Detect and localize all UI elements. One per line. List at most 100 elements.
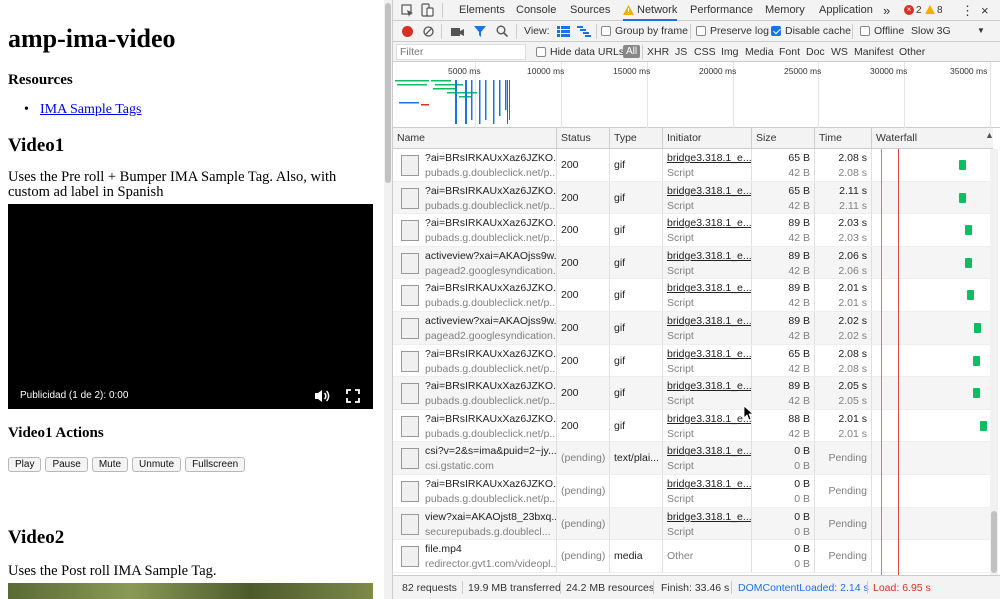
request-name[interactable]: ?ai=BRsIRKAUxXaz6JZKO...: [425, 282, 556, 294]
column-status[interactable]: Status: [557, 128, 610, 149]
initiator-link[interactable]: bridge3.318.1_e...: [667, 478, 751, 490]
initiator-link[interactable]: bridge3.318.1_e...: [667, 380, 751, 392]
more-tabs-icon[interactable]: »: [883, 0, 890, 21]
column-name[interactable]: Name: [393, 128, 557, 149]
filter-icon[interactable]: [474, 26, 486, 37]
video2-player[interactable]: [8, 583, 373, 599]
initiator-link[interactable]: bridge3.318.1_e...: [667, 185, 751, 197]
error-count[interactable]: 2: [916, 0, 922, 21]
tab-elements[interactable]: Elements: [459, 0, 505, 21]
request-name[interactable]: view?xai=AKAOjst8_23bxq...: [425, 511, 556, 523]
tab-sources[interactable]: Sources: [570, 0, 610, 21]
offline-checkbox[interactable]: [860, 26, 870, 36]
column-size[interactable]: Size: [752, 128, 815, 149]
preserve-log-label[interactable]: Preserve log: [710, 25, 769, 37]
preserve-log-checkbox[interactable]: [696, 26, 706, 36]
filter-type-other[interactable]: Other: [899, 46, 925, 58]
screenshot-camera-icon[interactable]: [451, 26, 464, 37]
close-icon[interactable]: ×: [981, 0, 989, 21]
name-cell[interactable]: ?ai=BRsIRKAUxXaz6JZKO... pubads.g.doublec…: [393, 181, 557, 214]
initiator-link[interactable]: bridge3.318.1_e...: [667, 413, 751, 425]
initiator-link[interactable]: bridge3.318.1_e...: [667, 250, 751, 262]
kebab-menu-icon[interactable]: ⋮: [961, 0, 974, 21]
initiator-link[interactable]: bridge3.318.1_e...: [667, 315, 751, 327]
table-row[interactable]: ?ai=BRsIRKAUxXaz6JZKO... pubads.g.doublec…: [393, 475, 993, 508]
name-cell[interactable]: ?ai=BRsIRKAUxXaz6JZKO... pubads.g.doublec…: [393, 214, 557, 247]
request-name[interactable]: ?ai=BRsIRKAUxXaz6JZKO...: [425, 217, 556, 229]
tab-application[interactable]: Application: [819, 0, 873, 21]
warning-count[interactable]: 8: [937, 0, 943, 21]
initiator-link[interactable]: bridge3.318.1_e...: [667, 282, 751, 294]
filter-input[interactable]: [396, 44, 526, 60]
waterfall-overview-icon[interactable]: [577, 26, 591, 37]
filter-type-css[interactable]: CSS: [694, 46, 716, 58]
filter-type-manifest[interactable]: Manifest: [854, 46, 894, 58]
initiator-link[interactable]: bridge3.318.1_e...: [667, 217, 751, 229]
throttling-select[interactable]: Slow 3G: [911, 25, 951, 37]
name-cell[interactable]: ?ai=BRsIRKAUxXaz6JZKO... pubads.g.doublec…: [393, 377, 557, 410]
request-name[interactable]: ?ai=BRsIRKAUxXaz6JZKO...: [425, 478, 556, 490]
name-cell[interactable]: ?ai=BRsIRKAUxXaz6JZKO... pubads.g.doublec…: [393, 149, 557, 181]
name-cell[interactable]: activeview?xai=AKAOjss9w... pagead2.googl…: [393, 246, 557, 279]
name-cell[interactable]: ?ai=BRsIRKAUxXaz6JZKO... pubads.g.doublec…: [393, 344, 557, 377]
table-row[interactable]: csi?v=2&s=ima&puid=2~jy... csi.gstatic.co…: [393, 442, 993, 475]
initiator-link[interactable]: bridge3.318.1_e...: [667, 348, 751, 360]
chevron-down-icon[interactable]: ▼: [977, 26, 985, 35]
filter-type-xhr[interactable]: XHR: [647, 46, 669, 58]
inspect-element-icon[interactable]: [401, 4, 414, 17]
request-name[interactable]: file.mp4: [425, 543, 462, 555]
group-by-frame-checkbox[interactable]: [601, 26, 611, 36]
name-cell[interactable]: ?ai=BRsIRKAUxXaz6JZKO... pubads.g.doublec…: [393, 409, 557, 442]
name-cell[interactable]: ?ai=BRsIRKAUxXaz6JZKO... pubads.g.doublec…: [393, 279, 557, 312]
table-row[interactable]: ?ai=BRsIRKAUxXaz6JZKO... pubads.g.doublec…: [393, 409, 993, 443]
column-initiator[interactable]: Initiator: [663, 128, 752, 149]
initiator-link[interactable]: bridge3.318.1_e...: [667, 511, 751, 523]
filter-type-img[interactable]: Img: [721, 46, 739, 58]
request-name[interactable]: ?ai=BRsIRKAUxXaz6JZKO...: [425, 152, 556, 164]
table-scrollbar[interactable]: [990, 149, 998, 575]
record-icon[interactable]: [402, 26, 413, 37]
page-scrollbar-thumb[interactable]: [385, 3, 391, 183]
column-waterfall[interactable]: Waterfall: [872, 128, 993, 149]
video1-player[interactable]: Publicidad (1 de 2): 0:00: [8, 204, 373, 409]
disable-cache-label[interactable]: Disable cache: [785, 25, 851, 37]
offline-label[interactable]: Offline: [874, 25, 904, 37]
network-overview-timeline[interactable]: 5000 ms 10000 ms 15000 ms 20000 ms 25000…: [393, 62, 1000, 128]
initiator-link[interactable]: bridge3.318.1_e...: [667, 152, 751, 164]
volume-icon[interactable]: [314, 388, 330, 404]
table-row[interactable]: ?ai=BRsIRKAUxXaz6JZKO... pubads.g.doublec…: [393, 214, 993, 247]
warning-count-icon[interactable]: [925, 5, 935, 14]
table-row[interactable]: file.mp4 redirector.gvt1.com/videopl... (p…: [393, 540, 993, 573]
name-cell[interactable]: ?ai=BRsIRKAUxXaz6JZKO... pubads.g.doublec…: [393, 475, 557, 507]
name-cell[interactable]: activeview?xai=AKAOjss9w... pagead2.googl…: [393, 312, 557, 344]
tab-network[interactable]: Network: [623, 0, 678, 21]
filter-type-doc[interactable]: Doc: [806, 46, 825, 58]
page-scrollbar[interactable]: [384, 0, 392, 599]
clear-icon[interactable]: [423, 26, 434, 37]
table-scrollbar-thumb[interactable]: [991, 511, 997, 573]
table-row[interactable]: ?ai=BRsIRKAUxXaz6JZKO... pubads.g.doublec…: [393, 279, 993, 312]
tab-console[interactable]: Console: [516, 0, 556, 21]
column-time[interactable]: Time: [815, 128, 872, 149]
table-row[interactable]: view?xai=AKAOjst8_23bxq... securepubads.g…: [393, 507, 993, 541]
table-row[interactable]: activeview?xai=AKAOjss9w... pagead2.googl…: [393, 246, 993, 280]
table-row[interactable]: activeview?xai=AKAOjss9w... pagead2.googl…: [393, 312, 993, 345]
filter-type-js[interactable]: JS: [675, 46, 687, 58]
name-cell[interactable]: file.mp4 redirector.gvt1.com/videopl...: [393, 540, 557, 573]
fullscreen-icon[interactable]: [346, 389, 360, 403]
request-name[interactable]: ?ai=BRsIRKAUxXaz6JZKO...: [425, 380, 556, 392]
mute-button[interactable]: Mute: [91, 457, 129, 472]
tab-memory[interactable]: Memory: [765, 0, 805, 21]
tab-performance[interactable]: Performance: [690, 0, 753, 21]
filter-type-media[interactable]: Media: [745, 46, 774, 58]
initiator-link[interactable]: bridge3.318.1_e...: [667, 445, 751, 457]
table-row[interactable]: ?ai=BRsIRKAUxXaz6JZKO... pubads.g.doublec…: [393, 181, 993, 215]
fullscreen-button[interactable]: Fullscreen: [185, 457, 246, 472]
table-row[interactable]: ?ai=BRsIRKAUxXaz6JZKO... pubads.g.doublec…: [393, 149, 993, 182]
table-row[interactable]: ?ai=BRsIRKAUxXaz6JZKO... pubads.g.doublec…: [393, 377, 993, 410]
request-name[interactable]: ?ai=BRsIRKAUxXaz6JZKO...: [425, 185, 556, 197]
ima-sample-tags-link[interactable]: IMA Sample Tags: [40, 102, 141, 118]
name-cell[interactable]: view?xai=AKAOjst8_23bxq... securepubads.g…: [393, 507, 557, 540]
filter-type-all[interactable]: All: [623, 45, 641, 58]
unmute-button[interactable]: Unmute: [132, 457, 182, 472]
